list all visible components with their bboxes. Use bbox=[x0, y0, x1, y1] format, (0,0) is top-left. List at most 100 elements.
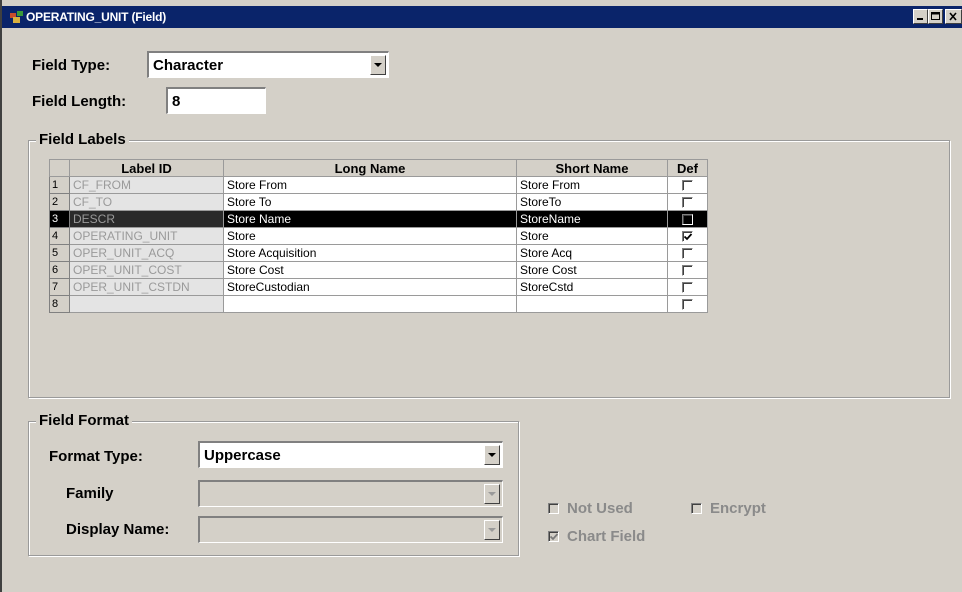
short-name-cell[interactable]: Store bbox=[516, 227, 668, 245]
def-checkbox[interactable] bbox=[682, 248, 693, 260]
display-name-dropdown[interactable] bbox=[198, 516, 503, 543]
def-checkbox[interactable] bbox=[682, 299, 693, 311]
field-length-input[interactable]: 8 bbox=[166, 87, 266, 114]
long-name-cell[interactable]: Store Acquisition bbox=[223, 244, 517, 262]
table-row[interactable]: 1 CF_FROM Store From Store From bbox=[49, 176, 708, 194]
table-row[interactable]: 3 DESCR Store Name StoreName bbox=[49, 210, 708, 228]
row-number[interactable]: 5 bbox=[49, 244, 70, 262]
row-number[interactable]: 8 bbox=[49, 295, 70, 313]
long-name-cell[interactable] bbox=[223, 295, 517, 313]
label-id-cell[interactable]: OPER_UNIT_COST bbox=[69, 261, 224, 279]
chevron-down-icon bbox=[488, 453, 496, 457]
def-cell[interactable] bbox=[667, 295, 708, 313]
field-length-value: 8 bbox=[172, 93, 181, 110]
def-cell[interactable] bbox=[667, 176, 708, 194]
row-number[interactable]: 1 bbox=[49, 176, 70, 194]
def-cell[interactable] bbox=[667, 227, 708, 245]
family-dropdown-button[interactable] bbox=[484, 484, 500, 504]
not-used-checkbox-box[interactable] bbox=[548, 503, 559, 514]
family-label: Family bbox=[66, 485, 114, 502]
field-type-dropdown-button[interactable] bbox=[370, 55, 386, 75]
def-cell[interactable] bbox=[667, 244, 708, 262]
display-name-dropdown-button[interactable] bbox=[484, 520, 500, 540]
label-id-cell[interactable]: DESCR bbox=[69, 210, 224, 228]
table-row[interactable]: 4 OPERATING_UNIT Store Store bbox=[49, 227, 708, 245]
short-name-cell[interactable]: Store Acq bbox=[516, 244, 668, 262]
table-row[interactable]: 5 OPER_UNIT_ACQ Store Acquisition Store Acq bbox=[49, 244, 708, 262]
def-checkbox[interactable] bbox=[682, 231, 693, 243]
field-type-value: Character bbox=[153, 57, 224, 74]
long-name-cell[interactable]: Store bbox=[223, 227, 517, 245]
chevron-down-icon bbox=[374, 63, 382, 67]
table-row[interactable]: 2 CF_TO Store To StoreTo bbox=[49, 193, 708, 211]
grid-corner[interactable] bbox=[49, 159, 70, 177]
short-name-cell[interactable]: StoreTo bbox=[516, 193, 668, 211]
format-type-dropdown-button[interactable] bbox=[484, 445, 500, 465]
field-icon bbox=[10, 11, 23, 23]
table-row[interactable]: 7 OPER_UNIT_CSTDN StoreCustodian StoreCstd bbox=[49, 278, 708, 296]
label-id-cell[interactable]: CF_FROM bbox=[69, 176, 224, 194]
label-id-cell[interactable]: OPER_UNIT_ACQ bbox=[69, 244, 224, 262]
chart-field-label: Chart Field bbox=[567, 528, 646, 545]
encrypt-checkbox-box[interactable] bbox=[691, 503, 702, 514]
family-dropdown[interactable] bbox=[198, 480, 503, 507]
short-name-cell[interactable]: Store Cost bbox=[516, 261, 668, 279]
row-number[interactable]: 4 bbox=[49, 227, 70, 245]
display-name-label: Display Name: bbox=[66, 521, 170, 538]
def-checkbox[interactable] bbox=[682, 180, 693, 192]
long-name-cell[interactable]: Store Name bbox=[223, 210, 517, 228]
chart-field-checkbox-box[interactable] bbox=[548, 531, 559, 542]
def-cell[interactable] bbox=[667, 193, 708, 211]
maximize-button[interactable] bbox=[928, 9, 943, 24]
def-cell[interactable] bbox=[667, 210, 708, 228]
format-type-value: Uppercase bbox=[204, 447, 281, 464]
row-number[interactable]: 2 bbox=[49, 193, 70, 211]
short-name-cell[interactable]: Store From bbox=[516, 176, 668, 194]
table-row[interactable]: 6 OPER_UNIT_COST Store Cost Store Cost bbox=[49, 261, 708, 279]
short-name-cell[interactable] bbox=[516, 295, 668, 313]
def-checkbox[interactable] bbox=[682, 197, 693, 209]
label-id-cell[interactable] bbox=[69, 295, 224, 313]
title-bar[interactable]: OPERATING_UNIT (Field) bbox=[2, 6, 962, 28]
short-name-cell[interactable]: StoreCstd bbox=[516, 278, 668, 296]
def-checkbox[interactable] bbox=[682, 214, 693, 226]
window-title: OPERATING_UNIT (Field) bbox=[26, 10, 167, 24]
short-name-cell[interactable]: StoreName bbox=[516, 210, 668, 228]
close-button[interactable] bbox=[945, 9, 962, 24]
chart-field-checkbox[interactable]: Chart Field bbox=[548, 528, 645, 545]
encrypt-checkbox[interactable]: Encrypt bbox=[691, 500, 766, 517]
column-header-long-name[interactable]: Long Name bbox=[223, 159, 517, 177]
def-cell[interactable] bbox=[667, 278, 708, 296]
label-id-cell[interactable]: OPER_UNIT_CSTDN bbox=[69, 278, 224, 296]
long-name-cell[interactable]: Store To bbox=[223, 193, 517, 211]
long-name-cell[interactable]: StoreCustodian bbox=[223, 278, 517, 296]
long-name-cell[interactable]: Store Cost bbox=[223, 261, 517, 279]
close-icon bbox=[949, 12, 957, 21]
field-type-dropdown[interactable]: Character bbox=[147, 51, 389, 78]
def-cell[interactable] bbox=[667, 261, 708, 279]
label-id-cell[interactable]: CF_TO bbox=[69, 193, 224, 211]
not-used-label: Not Used bbox=[567, 500, 633, 517]
def-checkbox[interactable] bbox=[682, 265, 693, 277]
label-id-cell[interactable]: OPERATING_UNIT bbox=[69, 227, 224, 245]
chevron-down-icon bbox=[488, 528, 496, 532]
row-number[interactable]: 6 bbox=[49, 261, 70, 279]
format-type-dropdown[interactable]: Uppercase bbox=[198, 441, 503, 468]
column-header-short-name[interactable]: Short Name bbox=[516, 159, 668, 177]
row-number[interactable]: 7 bbox=[49, 278, 70, 296]
field-type-label: Field Type: bbox=[32, 57, 111, 74]
minimize-button[interactable] bbox=[913, 9, 928, 24]
field-format-title: Field Format bbox=[36, 412, 133, 429]
column-header-label-id[interactable]: Label ID bbox=[69, 159, 224, 177]
column-header-def[interactable]: Def bbox=[667, 159, 708, 177]
format-type-label: Format Type: bbox=[49, 448, 143, 465]
not-used-checkbox[interactable]: Not Used bbox=[548, 500, 633, 517]
long-name-cell[interactable]: Store From bbox=[223, 176, 517, 194]
table-row[interactable]: 8 bbox=[49, 295, 708, 313]
checkmark-icon bbox=[549, 533, 559, 541]
row-number[interactable]: 3 bbox=[49, 210, 70, 228]
field-labels-title: Field Labels bbox=[36, 131, 129, 148]
def-checkbox[interactable] bbox=[682, 282, 693, 294]
chevron-down-icon bbox=[488, 492, 496, 496]
maximize-icon bbox=[931, 12, 940, 20]
